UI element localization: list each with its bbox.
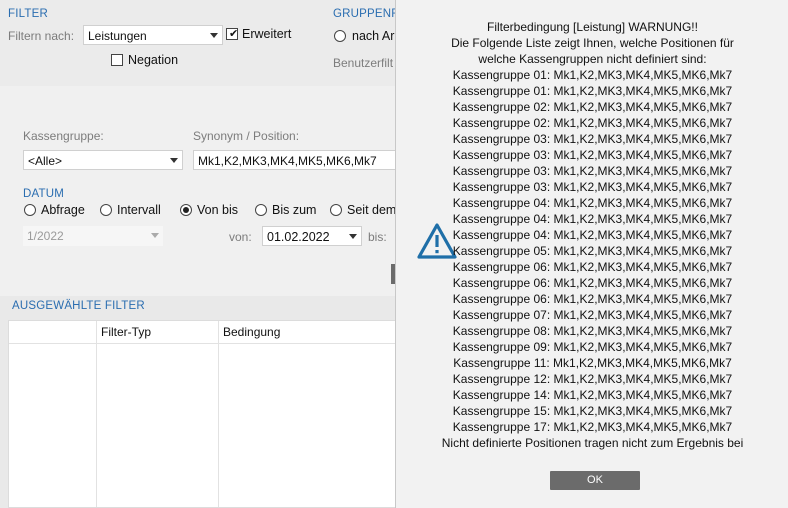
extended-checkbox[interactable]: ✔ — [226, 28, 238, 40]
from-label: von: — [229, 230, 252, 244]
group-option-radio[interactable] — [334, 30, 346, 42]
date-option-abfrage-radio[interactable] — [24, 204, 36, 216]
date-option-intervall-label: Intervall — [117, 203, 161, 217]
selected-filters-table[interactable]: Filter-Typ Bedingung — [8, 320, 400, 508]
warning-message-line: Kassengruppe 03: Mk1,K2,MK3,MK4,MK5,MK6,… — [452, 148, 733, 162]
synonym-label: Synonym / Position: — [193, 129, 300, 143]
warning-message-line: Kassengruppe 06: Mk1,K2,MK3,MK4,MK5,MK6,… — [452, 276, 733, 290]
from-date-value: 01.02.2022 — [267, 230, 330, 244]
warning-message-line: Kassengruppe 06: Mk1,K2,MK3,MK4,MK5,MK6,… — [452, 260, 733, 274]
warning-message-line: Kassengruppe 07: Mk1,K2,MK3,MK4,MK5,MK6,… — [452, 308, 733, 322]
extended-label: Erweitert — [242, 27, 292, 41]
warning-message-line: Kassengruppe 05: Mk1,K2,MK3,MK4,MK5,MK6,… — [452, 244, 733, 258]
filter-by-value: Leistungen — [88, 29, 147, 43]
warning-message-line: Kassengruppe 14: Mk1,K2,MK3,MK4,MK5,MK6,… — [452, 388, 733, 402]
chevron-down-icon — [349, 234, 357, 239]
warning-message-line: Kassengruppe 11: Mk1,K2,MK3,MK4,MK5,MK6,… — [453, 356, 732, 370]
warning-message-line: welche Kassengruppen nicht definiert sin… — [478, 52, 707, 66]
warning-message-line: Kassengruppe 15: Mk1,K2,MK3,MK4,MK5,MK6,… — [452, 404, 733, 418]
date-option-biszum-label: Bis zum — [272, 203, 317, 217]
warning-message-line: Kassengruppe 02: Mk1,K2,MK3,MK4,MK5,MK6,… — [452, 116, 733, 130]
warning-message-line: Kassengruppe 08: Mk1,K2,MK3,MK4,MK5,MK6,… — [452, 324, 733, 338]
warning-message-line: Kassengruppe 01: Mk1,K2,MK3,MK4,MK5,MK6,… — [452, 84, 733, 98]
warning-message-line: Kassengruppe 17: Mk1,K2,MK3,MK4,MK5,MK6,… — [452, 420, 733, 434]
date-option-vonbis-radio[interactable] — [180, 204, 192, 216]
date-option-abfrage-label: Abfrage — [41, 203, 85, 217]
warning-message: Filterbedingung [Leistung] WARNUNG!! Die … — [396, 19, 788, 451]
table-column-divider — [96, 321, 97, 507]
group-section-title: GRUPPENF — [333, 8, 399, 20]
filter-by-label: Filtern nach: — [8, 29, 75, 43]
date-option-vonbis-label: Von bis — [197, 203, 239, 217]
date-option-biszum-radio[interactable] — [255, 204, 267, 216]
chevron-down-icon — [151, 233, 159, 238]
date-option-intervall-radio[interactable] — [100, 204, 112, 216]
date-section-title: DATUM — [23, 188, 65, 200]
group-option-label: nach Ar — [352, 29, 395, 43]
negation-checkbox[interactable] — [111, 54, 123, 66]
warning-message-line: Kassengruppe 03: Mk1,K2,MK3,MK4,MK5,MK6,… — [452, 180, 733, 194]
warning-message-line: Kassengruppe 04: Mk1,K2,MK3,MK4,MK5,MK6,… — [452, 228, 733, 242]
column-header-condition[interactable]: Bedingung — [223, 325, 280, 339]
cash-group-value: <Alle> — [28, 154, 63, 168]
negation-label: Negation — [128, 53, 179, 67]
chevron-down-icon — [210, 33, 218, 38]
date-option-seitdem-radio[interactable] — [330, 204, 342, 216]
warning-message-line: Kassengruppe 01: Mk1,K2,MK3,MK4,MK5,MK6,… — [452, 68, 733, 82]
warning-message-line: Kassengruppe 12: Mk1,K2,MK3,MK4,MK5,MK6,… — [452, 372, 733, 386]
filter-section-title: FILTER — [8, 8, 48, 20]
warning-message-line: Die Folgende Liste zeigt Ihnen, welche P… — [451, 36, 734, 50]
chevron-down-icon — [170, 158, 178, 163]
synonym-input[interactable]: Mk1,K2,MK3,MK4,MK5,MK6,Mk7 — [193, 150, 398, 170]
warning-message-line: Nicht definierte Positionen tragen nicht… — [441, 436, 744, 450]
filter-by-select[interactable]: Leistungen — [83, 25, 223, 45]
warning-message-line: Kassengruppe 04: Mk1,K2,MK3,MK4,MK5,MK6,… — [452, 196, 733, 210]
warning-message-line: Kassengruppe 02: Mk1,K2,MK3,MK4,MK5,MK6,… — [452, 100, 733, 114]
ok-button[interactable]: OK — [550, 471, 640, 490]
synonym-value: Mk1,K2,MK3,MK4,MK5,MK6,Mk7 — [198, 154, 377, 168]
warning-message-line: Kassengruppe 04: Mk1,K2,MK3,MK4,MK5,MK6,… — [452, 212, 733, 226]
warning-message-line: Kassengruppe 09: Mk1,K2,MK3,MK4,MK5,MK6,… — [452, 340, 733, 354]
from-date-select[interactable]: 01.02.2022 — [262, 226, 362, 246]
to-label: bis: — [368, 230, 387, 244]
warning-message-line: Kassengruppe 03: Mk1,K2,MK3,MK4,MK5,MK6,… — [452, 132, 733, 146]
date-option-seitdem-label: Seit dem — [347, 203, 397, 217]
selected-filters-title: AUSGEWÄHLTE FILTER — [12, 300, 145, 312]
table-column-divider — [218, 321, 219, 507]
warning-message-line: Kassengruppe 06: Mk1,K2,MK3,MK4,MK5,MK6,… — [452, 292, 733, 306]
period-value: 1/2022 — [27, 229, 64, 243]
checkmark-icon: ✔ — [229, 28, 239, 40]
column-header-filter-type[interactable]: Filter-Typ — [101, 325, 151, 339]
user-filter-label: Benutzerfilt — [333, 56, 394, 70]
period-select[interactable]: 1/2022 — [23, 226, 163, 246]
warning-dialog: Filterbedingung [Leistung] WARNUNG!! Die … — [395, 0, 788, 508]
table-header-divider — [9, 343, 399, 344]
cash-group-label: Kassengruppe: — [23, 129, 104, 143]
warning-message-line: Filterbedingung [Leistung] WARNUNG!! — [487, 20, 698, 34]
cash-group-select[interactable]: <Alle> — [23, 150, 183, 170]
warning-message-line: Kassengruppe 03: Mk1,K2,MK3,MK4,MK5,MK6,… — [452, 164, 733, 178]
